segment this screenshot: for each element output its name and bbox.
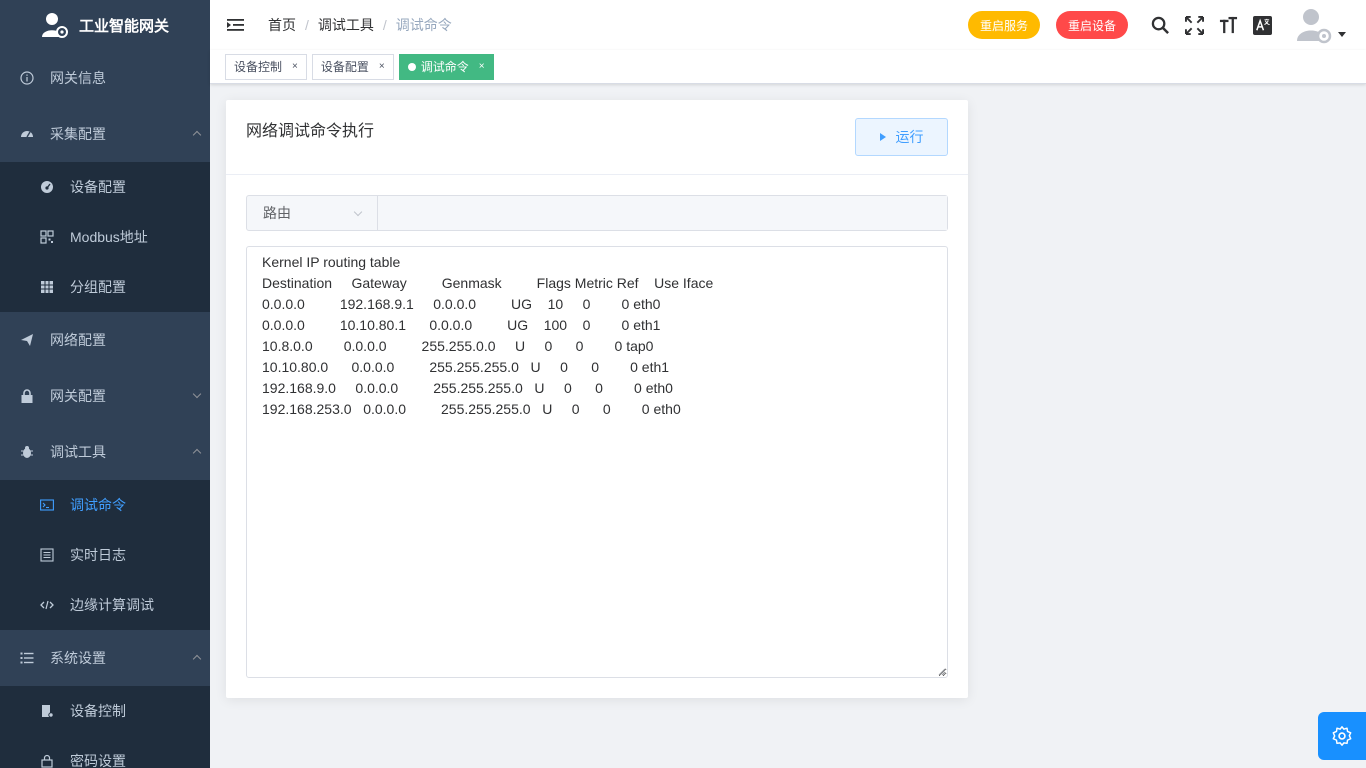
chevron-up-icon xyxy=(192,130,202,140)
gear-icon xyxy=(1332,726,1352,746)
sidebar-item-label: 系统设置 xyxy=(50,650,106,666)
sidebar-item-debug-tools[interactable]: 调试工具 xyxy=(0,424,210,480)
translate-icon[interactable] xyxy=(1252,15,1272,35)
sidebar-item-label: 网络配置 xyxy=(50,332,106,348)
breadcrumb-separator: / xyxy=(305,17,309,33)
command-type-value: 路由 xyxy=(263,205,291,221)
submenu-collection: 设备配置 Modbus地址 分组配置 xyxy=(0,162,210,312)
key-icon xyxy=(40,754,54,768)
breadcrumb-current: 调试命令 xyxy=(395,17,452,33)
sidebar-item-label: 分组配置 xyxy=(70,279,126,295)
lock-icon xyxy=(20,389,34,403)
close-icon[interactable]: × xyxy=(479,61,485,72)
send-icon xyxy=(20,333,34,347)
breadcrumb: 首页 / 调试工具 / 调试命令 xyxy=(268,15,452,35)
run-button-label: 运行 xyxy=(895,129,924,145)
sidebar-item-password-settings[interactable]: 密码设置 xyxy=(0,736,210,768)
debug-command-card: 网络调试命令执行 运行 路由 Kernel IP routing table D… xyxy=(226,100,968,698)
list-icon xyxy=(20,651,34,665)
breadcrumb-debug-tools[interactable]: 调试工具 xyxy=(318,15,374,35)
dashboard-icon xyxy=(20,127,34,141)
restart-device-button[interactable]: 重启设备 xyxy=(1055,11,1128,39)
avatar[interactable] xyxy=(1294,5,1334,45)
text-size-icon[interactable] xyxy=(1218,15,1238,35)
fullscreen-icon[interactable] xyxy=(1184,15,1204,35)
breadcrumb-home[interactable]: 首页 xyxy=(268,15,296,35)
sidebar-item-realtime-log[interactable]: 实时日志 xyxy=(0,530,210,580)
sidebar-item-label: 实时日志 xyxy=(70,547,126,563)
sidebar-item-label: 设备配置 xyxy=(70,179,126,195)
device-icon xyxy=(40,704,54,718)
log-icon xyxy=(40,548,54,562)
active-dot-icon xyxy=(407,62,416,71)
brand-title: 工业智能网关 xyxy=(78,17,169,35)
navbar-right: 重启服务 重启设备 xyxy=(967,0,1366,50)
sidebar-item-modbus-address[interactable]: Modbus地址 xyxy=(0,212,210,262)
tag-device-control[interactable]: 设备控制 × xyxy=(225,53,307,80)
gauge-icon xyxy=(40,180,54,194)
sidebar-item-label: 网关配置 xyxy=(50,388,106,404)
command-input-group: 路由 xyxy=(246,195,948,231)
breadcrumb-separator: / xyxy=(382,17,387,33)
chevron-up-icon xyxy=(192,654,202,664)
tag-debug-command[interactable]: 调试命令 × xyxy=(398,53,494,80)
hamburger-icon[interactable] xyxy=(227,18,244,32)
chevron-down-icon xyxy=(353,207,363,217)
sidebar-item-collection-config[interactable]: 采集配置 xyxy=(0,106,210,162)
close-icon[interactable]: × xyxy=(379,61,385,72)
command-args-input[interactable] xyxy=(378,196,947,230)
close-icon[interactable]: × xyxy=(292,61,298,72)
sidebar: 工业智能网关 网关信息 采集配置 设备配置 Modbus地址 分组配置 网络配置… xyxy=(0,0,210,768)
submenu-system: 设备控制 密码设置 xyxy=(0,686,210,768)
code-icon xyxy=(40,598,54,612)
qrcode-icon xyxy=(40,230,54,244)
sidebar-item-network-config[interactable]: 网络配置 xyxy=(0,312,210,368)
navbar: 首页 / 调试工具 / 调试命令 重启服务 重启设备 xyxy=(210,0,1366,50)
tag-label: 设备控制 xyxy=(234,60,283,74)
card-header: 网络调试命令执行 运行 xyxy=(226,100,968,175)
user-gear-logo-icon xyxy=(41,13,68,38)
sidebar-item-gateway-info[interactable]: 网关信息 xyxy=(0,50,210,106)
tag-label: 设备配置 xyxy=(320,60,369,74)
restart-service-button[interactable]: 重启服务 xyxy=(967,11,1040,39)
bug-icon xyxy=(20,445,34,459)
search-icon[interactable] xyxy=(1150,15,1170,35)
sidebar-item-debug-command[interactable]: 调试命令 xyxy=(0,480,210,530)
sidebar-item-label: 设备控制 xyxy=(70,703,126,719)
run-button[interactable]: 运行 xyxy=(855,118,948,156)
terminal-icon xyxy=(40,498,54,512)
chevron-up-icon xyxy=(192,448,202,458)
sidebar-item-group-config[interactable]: 分组配置 xyxy=(0,262,210,312)
avatar-dropdown-caret-icon[interactable] xyxy=(1338,31,1346,37)
sidebar-item-device-config[interactable]: 设备配置 xyxy=(0,162,210,212)
sidebar-item-label: 采集配置 xyxy=(50,126,106,142)
play-icon xyxy=(879,133,886,141)
submenu-debug: 调试命令 实时日志 边缘计算调试 xyxy=(0,480,210,630)
sidebar-item-label: Modbus地址 xyxy=(70,229,148,245)
sidebar-item-edge-compute-debug[interactable]: 边缘计算调试 xyxy=(0,580,210,630)
sidebar-item-system-settings[interactable]: 系统设置 xyxy=(0,630,210,686)
chevron-down-icon xyxy=(192,389,202,399)
brand[interactable]: 工业智能网关 xyxy=(0,0,210,50)
sidebar-item-device-control[interactable]: 设备控制 xyxy=(0,686,210,736)
tag-device-config[interactable]: 设备配置 × xyxy=(311,53,394,80)
sidebar-item-label: 边缘计算调试 xyxy=(70,597,154,613)
command-type-select[interactable]: 路由 xyxy=(247,196,378,230)
tag-label: 调试命令 xyxy=(420,60,469,74)
sidebar-item-label: 调试工具 xyxy=(50,444,106,460)
table-icon xyxy=(40,280,54,294)
sidebar-item-label: 调试命令 xyxy=(70,497,126,513)
settings-fab-button[interactable] xyxy=(1318,712,1366,760)
sidebar-item-gateway-config[interactable]: 网关配置 xyxy=(0,368,210,424)
tags-view: 设备控制 × 设备配置 × 调试命令 × xyxy=(210,50,1366,84)
card-title: 网络调试命令执行 xyxy=(246,123,375,140)
resize-handle-icon[interactable] xyxy=(938,668,946,676)
command-output-textarea[interactable]: Kernel IP routing table Destination Gate… xyxy=(246,246,948,678)
sidebar-item-label: 密码设置 xyxy=(70,753,126,768)
sidebar-item-label: 网关信息 xyxy=(50,70,106,86)
info-icon xyxy=(20,71,34,85)
